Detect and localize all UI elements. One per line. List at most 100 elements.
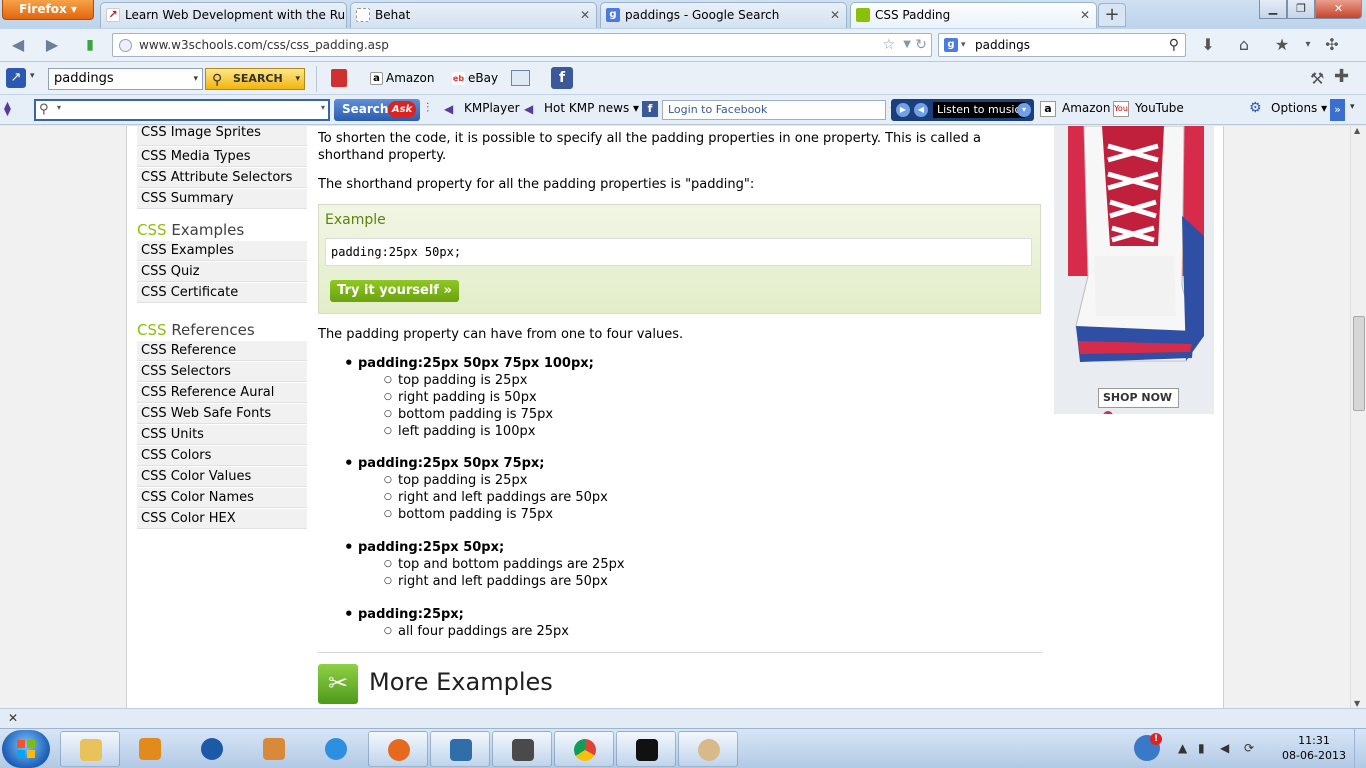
- sidebar-item-css-quiz[interactable]: CSS Quiz: [137, 262, 307, 282]
- scroll-thumb[interactable]: [1353, 316, 1365, 411]
- taskbar-firefox[interactable]: [368, 731, 428, 767]
- close-tab-icon[interactable]: ✕: [830, 3, 840, 27]
- taskbar-command-prompt[interactable]: [616, 731, 676, 767]
- sidebar-item-css-colors[interactable]: CSS Colors: [137, 446, 307, 466]
- bookmarks-dropdown-icon[interactable]: ▾: [1298, 35, 1318, 55]
- toolbar-search-button[interactable]: ⚲ SEARCH ▾: [205, 68, 305, 90]
- sidebar-item-css-units[interactable]: CSS Units: [137, 425, 307, 445]
- facebook-icon[interactable]: f: [551, 67, 573, 89]
- tab-google-search[interactable]: g paddings - Google Search ✕: [600, 2, 847, 28]
- new-tab-button[interactable]: +: [1098, 3, 1126, 27]
- shoe-advertisement[interactable]: SHOP NOW ▶: [1054, 126, 1214, 414]
- taskbar-explorer[interactable]: [60, 731, 120, 767]
- facebook-login-field[interactable]: Login to Facebook ▾: [662, 100, 895, 120]
- sync-icon[interactable]: ⟳: [1244, 741, 1254, 755]
- example-box: Example padding:25px 50px; Try it yourse…: [318, 204, 1041, 314]
- taskbar-text-editor[interactable]: [430, 731, 490, 767]
- toolbar-link-kmplayer[interactable]: ◀ KMPlayer: [444, 101, 520, 116]
- show-desktop-button[interactable]: [1354, 729, 1366, 768]
- toolbar-menu-icon[interactable]: ▾: [30, 71, 35, 81]
- scroll-up-icon[interactable]: ▲: [1354, 126, 1360, 135]
- taskbar-chrome[interactable]: [554, 731, 614, 767]
- overflow-chevron-icon[interactable]: »: [1330, 99, 1345, 121]
- music-player[interactable]: ▶ ◀ Listen to music ▾: [891, 99, 1034, 121]
- toolbar-link-youtube[interactable]: You YouTube: [1113, 101, 1184, 117]
- reload-icon[interactable]: ↻: [915, 34, 927, 56]
- close-tab-icon[interactable]: ✕: [1080, 3, 1090, 27]
- close-icon[interactable]: ✕: [8, 711, 18, 725]
- list-item: padding:25px 50px 75px;: [318, 455, 1042, 472]
- volume-icon[interactable]: ◀: [914, 103, 928, 117]
- sidebar-item-css-attribute-selectors[interactable]: CSS Attribute Selectors: [137, 168, 307, 188]
- gift-icon[interactable]: [331, 69, 347, 87]
- chevron-down-icon[interactable]: ▾: [1350, 102, 1355, 112]
- page-scrollbar[interactable]: ▲ ▼: [1350, 126, 1366, 708]
- close-tab-icon[interactable]: ✕: [580, 3, 590, 27]
- ask-search-button[interactable]: Search Ask: [334, 99, 420, 121]
- taskbar-paint[interactable]: [678, 731, 738, 767]
- search-icon[interactable]: ⚲: [1169, 34, 1179, 56]
- toolbar-logo-icon[interactable]: ⧫: [4, 101, 11, 117]
- taskbar-media-player[interactable]: [120, 731, 180, 767]
- sidebar-item-css-color-values[interactable]: CSS Color Values: [137, 467, 307, 487]
- sidebar-item-css-examples[interactable]: CSS Examples: [137, 241, 307, 261]
- chevron-down-icon[interactable]: ▾: [193, 69, 198, 89]
- download-icon[interactable]: ⬇: [1198, 35, 1218, 55]
- mail-icon[interactable]: [511, 70, 530, 86]
- sidebar-item-css-color-hex[interactable]: CSS Color HEX: [137, 509, 307, 529]
- toolbar-link-ebay[interactable]: eb eBay: [452, 71, 498, 85]
- minimize-button[interactable]: ▁: [1259, 0, 1287, 19]
- network-icon[interactable]: ▮: [1198, 741, 1205, 755]
- home-icon[interactable]: ⌂: [1234, 35, 1254, 55]
- sidebar-item-css-certificate[interactable]: CSS Certificate: [137, 283, 307, 303]
- toolbar-link-amazon[interactable]: a Amazon: [370, 71, 435, 85]
- address-bar[interactable]: www.w3schools.com/css/css_padding.asp ☆ …: [112, 33, 932, 57]
- close-window-button[interactable]: ✕: [1315, 0, 1362, 19]
- scroll-down-icon[interactable]: ▼: [1354, 699, 1360, 708]
- forward-icon[interactable]: ▶: [42, 35, 62, 55]
- toolbar-options[interactable]: ⚙ Options ▾: [1249, 100, 1327, 116]
- sidebar-item-css-reference-aural[interactable]: CSS Reference Aural: [137, 383, 307, 403]
- toolbar-link-amazon[interactable]: a Amazon: [1040, 101, 1111, 117]
- restore-button[interactable]: ❐: [1287, 0, 1315, 19]
- show-hidden-icons[interactable]: ▲: [1178, 741, 1187, 755]
- try-it-yourself-button[interactable]: Try it yourself »: [330, 280, 459, 302]
- tab-behat[interactable]: Behat ✕: [350, 2, 597, 28]
- back-icon[interactable]: ◀: [8, 35, 28, 55]
- shop-now-button[interactable]: SHOP NOW ▶: [1098, 388, 1179, 414]
- sidebar-item-css-summary[interactable]: CSS Summary: [137, 189, 307, 209]
- start-button[interactable]: [2, 730, 50, 768]
- taskbar-hp[interactable]: [182, 731, 242, 767]
- ask-search-input[interactable]: ⚲ ▾ ▾: [34, 99, 330, 121]
- search-bar[interactable]: g ▾ paddings ⚲: [938, 33, 1186, 57]
- sidebar-item-css-web-safe-fonts[interactable]: CSS Web Safe Fonts: [137, 404, 307, 424]
- chevron-down-icon[interactable]: ▾: [321, 103, 325, 112]
- taskbar-app[interactable]: [244, 731, 304, 767]
- chevron-down-icon[interactable]: ▾: [1017, 103, 1031, 117]
- sidebar-item-css-selectors[interactable]: CSS Selectors: [137, 362, 307, 382]
- firefox-menu-button[interactable]: Firefox ▾: [2, 0, 94, 20]
- taskbar-internet-explorer[interactable]: [306, 731, 366, 767]
- toolbar-link-hot-kmp-news[interactable]: ◀ Hot KMP news ▾: [524, 101, 639, 116]
- volume-icon[interactable]: ◀: [1220, 741, 1229, 755]
- taskbar-sublime[interactable]: [492, 731, 552, 767]
- sidebar-item-css-color-names[interactable]: CSS Color Names: [137, 488, 307, 508]
- play-icon[interactable]: ▶: [896, 103, 910, 117]
- engine-dropdown-icon[interactable]: ▾: [961, 34, 966, 56]
- sidebar-item-css-image-sprites[interactable]: CSS Image Sprites: [137, 126, 307, 146]
- sidebar-item-css-reference[interactable]: CSS Reference: [137, 341, 307, 361]
- plus-icon[interactable]: ✚: [1334, 66, 1349, 87]
- paint-icon: [698, 739, 720, 761]
- bookmarks-icon[interactable]: ★: [1272, 35, 1292, 55]
- tab-ruby[interactable]: ↗ Learn Web Development with the Ru...: [100, 2, 347, 28]
- addon-icon[interactable]: ✣: [1322, 35, 1342, 55]
- navigation-bar: ◀ ▶ ▮ www.w3schools.com/css/css_padding.…: [0, 29, 1366, 62]
- wrench-icon[interactable]: ⚒: [1310, 69, 1324, 88]
- toolbar-search-input[interactable]: paddings ▾: [48, 68, 203, 90]
- toolbar-logo-icon[interactable]: ↗: [6, 68, 26, 88]
- bookmark-star-icon[interactable]: ☆: [882, 34, 895, 56]
- system-clock[interactable]: 11:31 08-06-2013: [1282, 733, 1346, 763]
- history-dropdown-icon[interactable]: ▼: [903, 34, 911, 56]
- tab-css-padding[interactable]: CSS Padding ✕: [850, 2, 1097, 28]
- sidebar-item-css-media-types[interactable]: CSS Media Types: [137, 147, 307, 167]
